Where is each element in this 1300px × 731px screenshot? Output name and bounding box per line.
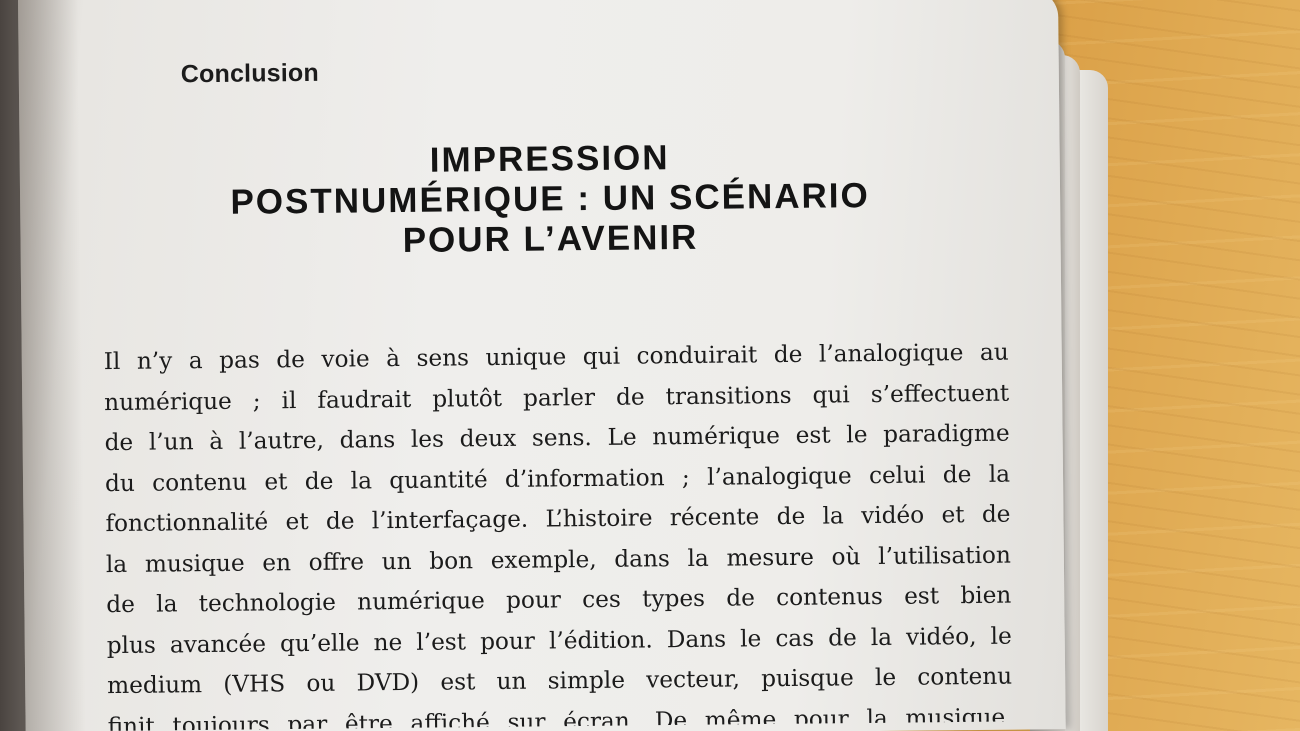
book-page: Conclusion IMPRESSION POSTNUMÉRIQUE : UN… bbox=[18, 0, 1066, 731]
chapter-title: IMPRESSION POSTNUMÉRIQUE : UN SCÉNARIO P… bbox=[140, 135, 961, 264]
page-spine-shadow bbox=[18, 0, 86, 731]
section-label: Conclusion bbox=[180, 58, 320, 89]
body-paragraph: Il n’y a pas de voie à sens unique qui c… bbox=[104, 333, 1013, 731]
